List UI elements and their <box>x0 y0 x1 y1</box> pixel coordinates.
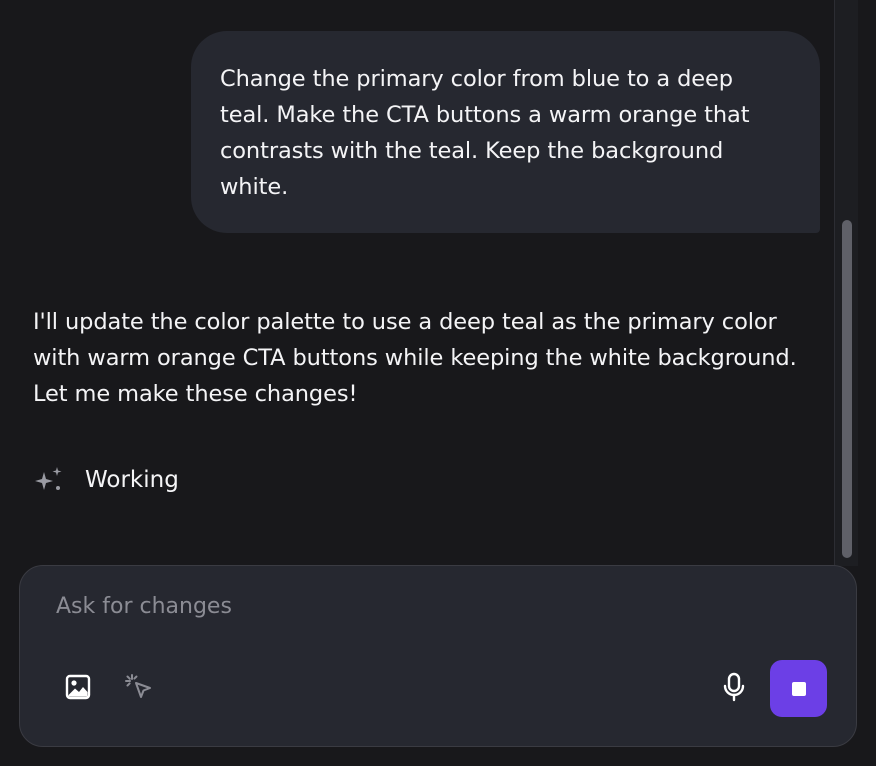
stop-generation-button[interactable] <box>770 660 827 717</box>
image-icon <box>64 673 92 705</box>
assistant-message-text: I'll update the color palette to use a d… <box>33 309 797 407</box>
assistant-message: I'll update the color palette to use a d… <box>33 304 823 412</box>
user-message-text: Change the primary color from blue to a … <box>220 66 750 200</box>
user-message-bubble: Change the primary color from blue to a … <box>191 31 820 233</box>
select-element-button[interactable] <box>119 669 159 709</box>
microphone-icon <box>720 671 748 707</box>
message-input[interactable] <box>56 594 756 619</box>
cursor-select-icon <box>124 672 154 706</box>
status-indicator: Working <box>33 462 179 498</box>
attach-image-button[interactable] <box>58 669 98 709</box>
scrollbar-thumb[interactable] <box>842 220 852 558</box>
status-label: Working <box>85 467 179 493</box>
scrollbar[interactable] <box>834 0 858 566</box>
chat-panel: Change the primary color from blue to a … <box>0 0 876 766</box>
composer <box>19 565 857 747</box>
stop-icon <box>791 681 806 696</box>
sparkle-icon <box>33 464 65 496</box>
voice-input-button[interactable] <box>714 669 754 709</box>
message-list: Change the primary color from blue to a … <box>0 0 834 566</box>
